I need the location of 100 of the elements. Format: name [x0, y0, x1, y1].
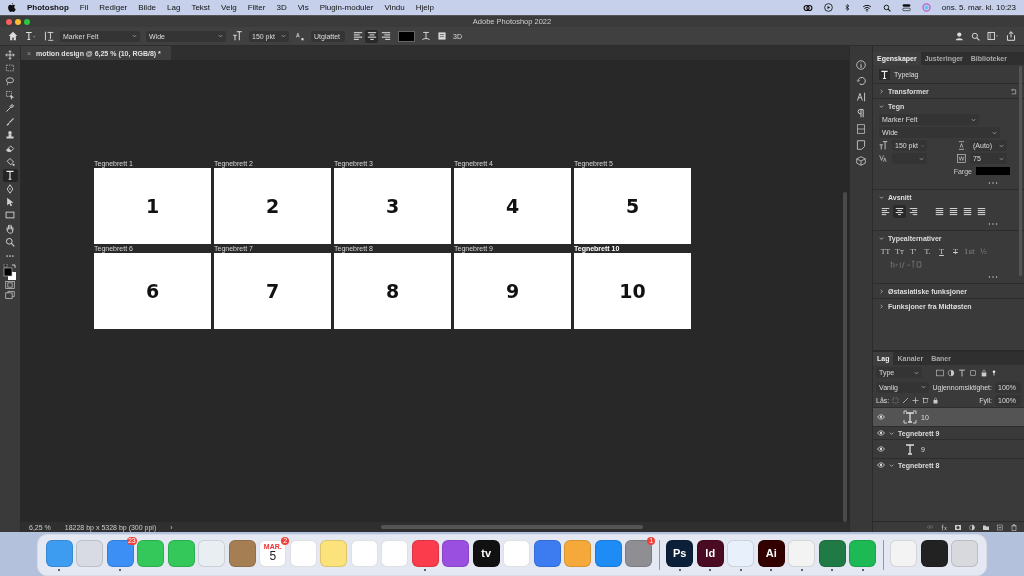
align-button[interactable] — [379, 29, 392, 43]
caret-icon[interactable] — [132, 34, 137, 38]
menu-item[interactable]: Bilde — [138, 3, 157, 12]
trash-icon[interactable] — [1010, 523, 1018, 531]
minimize-window-button[interactable] — [15, 18, 21, 25]
chevron-icon[interactable] — [879, 194, 884, 200]
text-color-swatch[interactable] — [976, 167, 1010, 175]
adjustment-filter-icon[interactable] — [947, 368, 955, 377]
align-button[interactable] — [351, 29, 364, 43]
lock-artboard-icon[interactable] — [922, 397, 930, 404]
wifi-icon[interactable] — [861, 3, 872, 12]
antialias-icon[interactable] — [295, 31, 305, 41]
visibility-eye-icon[interactable] — [877, 462, 885, 468]
app-icon[interactable] — [920, 539, 948, 567]
menu-item[interactable]: 3D — [276, 3, 287, 12]
menu-item[interactable]: Fil — [79, 3, 89, 12]
more-icon[interactable] — [988, 275, 998, 279]
screen-mode-icon[interactable] — [5, 290, 15, 301]
menu-item[interactable]: Tekst — [191, 3, 211, 12]
pixel-filter-icon[interactable] — [936, 368, 944, 377]
lock-filter-icon[interactable] — [980, 368, 988, 377]
3d-cube-icon[interactable] — [856, 156, 866, 166]
panels-icon[interactable] — [437, 31, 447, 41]
type-tool-icon[interactable] — [2, 168, 18, 182]
menu-item[interactable]: Hjelp — [415, 3, 434, 12]
character-icon[interactable] — [856, 92, 866, 102]
user-add-icon[interactable] — [955, 31, 965, 41]
share-icon[interactable] — [1006, 31, 1016, 41]
more-icon[interactable] — [988, 222, 998, 226]
search-icon[interactable] — [882, 3, 891, 12]
apple-logo-icon[interactable] — [8, 3, 16, 12]
app-menu[interactable]: Photoshop — [27, 3, 69, 12]
menu-item[interactable]: Plugin-moduler — [319, 3, 374, 12]
home-icon[interactable] — [8, 31, 18, 41]
menu-item[interactable]: Lag — [167, 3, 181, 12]
lock-all-icon[interactable] — [932, 397, 940, 404]
history-icon[interactable] — [856, 76, 866, 86]
type-filter-icon[interactable] — [958, 368, 966, 377]
menu-item[interactable]: Rediger — [99, 3, 128, 12]
caret-icon[interactable] — [919, 156, 924, 161]
lock-position-icon[interactable] — [912, 397, 920, 404]
zoom-window-button[interactable] — [24, 18, 30, 25]
chevron-icon[interactable] — [879, 88, 884, 94]
fx-icon[interactable] — [940, 523, 948, 531]
caret-icon[interactable] — [971, 117, 976, 122]
app-icon[interactable]: Id — [696, 539, 724, 567]
control-center-icon[interactable] — [901, 3, 911, 12]
horizontal-scrollbar[interactable] — [381, 525, 643, 529]
menu-item[interactable]: Vindu — [384, 3, 405, 12]
chevron-icon[interactable] — [879, 103, 884, 109]
visibility-eye-icon[interactable] — [877, 446, 885, 452]
align-button[interactable] — [365, 29, 378, 43]
workspace-icon[interactable] — [986, 31, 1000, 41]
app-icon[interactable]: Ps — [666, 539, 694, 567]
chevron-icon[interactable] — [879, 303, 884, 309]
new-layer-icon[interactable] — [996, 523, 1004, 531]
caret-icon[interactable] — [914, 370, 919, 375]
info-icon[interactable] — [856, 60, 866, 70]
text-orientation-icon[interactable] — [44, 31, 54, 41]
paragraph-align-button[interactable] — [893, 204, 906, 218]
adjustment-layer-icon[interactable] — [968, 523, 976, 531]
chevron-icon[interactable] — [879, 288, 884, 294]
search-icon[interactable] — [971, 31, 980, 41]
lock-brush-icon[interactable] — [902, 397, 910, 404]
caret-icon[interactable] — [281, 34, 286, 38]
menubar-clock[interactable]: ons. 5. mar. kl. 10:23 — [941, 3, 1016, 12]
caret-icon[interactable] — [992, 130, 997, 135]
shape-filter-icon[interactable] — [969, 368, 977, 377]
visibility-eye-icon[interactable] — [877, 414, 885, 420]
more-icon[interactable] — [988, 181, 998, 185]
caret-icon[interactable] — [999, 156, 1004, 161]
chevron-icon[interactable] — [889, 430, 894, 436]
menu-item[interactable]: Velg — [221, 3, 237, 12]
filter-toggle-icon[interactable] — [991, 368, 997, 377]
creative-cloud-icon[interactable] — [802, 2, 813, 13]
font-size-icon[interactable] — [879, 141, 888, 150]
chevron-icon[interactable] — [879, 235, 884, 241]
close-window-button[interactable] — [6, 18, 12, 25]
caret-icon[interactable] — [921, 385, 927, 389]
text-color-swatch[interactable] — [398, 30, 415, 42]
reset-icon[interactable] — [1010, 87, 1018, 95]
app-icon[interactable]: Ai — [757, 539, 785, 567]
move-arrows-icon[interactable] — [2, 48, 18, 62]
font-size-icon[interactable] — [232, 31, 243, 41]
color-swatches-icon[interactable] — [3, 264, 17, 281]
menu-item[interactable]: Filter — [247, 3, 266, 12]
chevron-icon[interactable] — [889, 462, 894, 468]
vertical-scrollbar[interactable] — [843, 192, 847, 522]
visibility-eye-icon[interactable] — [877, 430, 885, 436]
app-icon[interactable]: tv — [472, 539, 500, 567]
play-icon[interactable] — [823, 3, 833, 12]
caret-icon[interactable] — [999, 143, 1004, 148]
leading-icon[interactable] — [957, 141, 966, 150]
glyphs-icon[interactable] — [856, 124, 866, 134]
menu-item[interactable]: Vis — [297, 3, 309, 12]
notes-icon[interactable] — [856, 140, 866, 150]
siri-icon[interactable] — [921, 3, 931, 12]
tracking-icon[interactable] — [957, 154, 966, 163]
warp-text-icon[interactable] — [421, 31, 431, 41]
bluetooth-icon[interactable] — [843, 3, 851, 12]
